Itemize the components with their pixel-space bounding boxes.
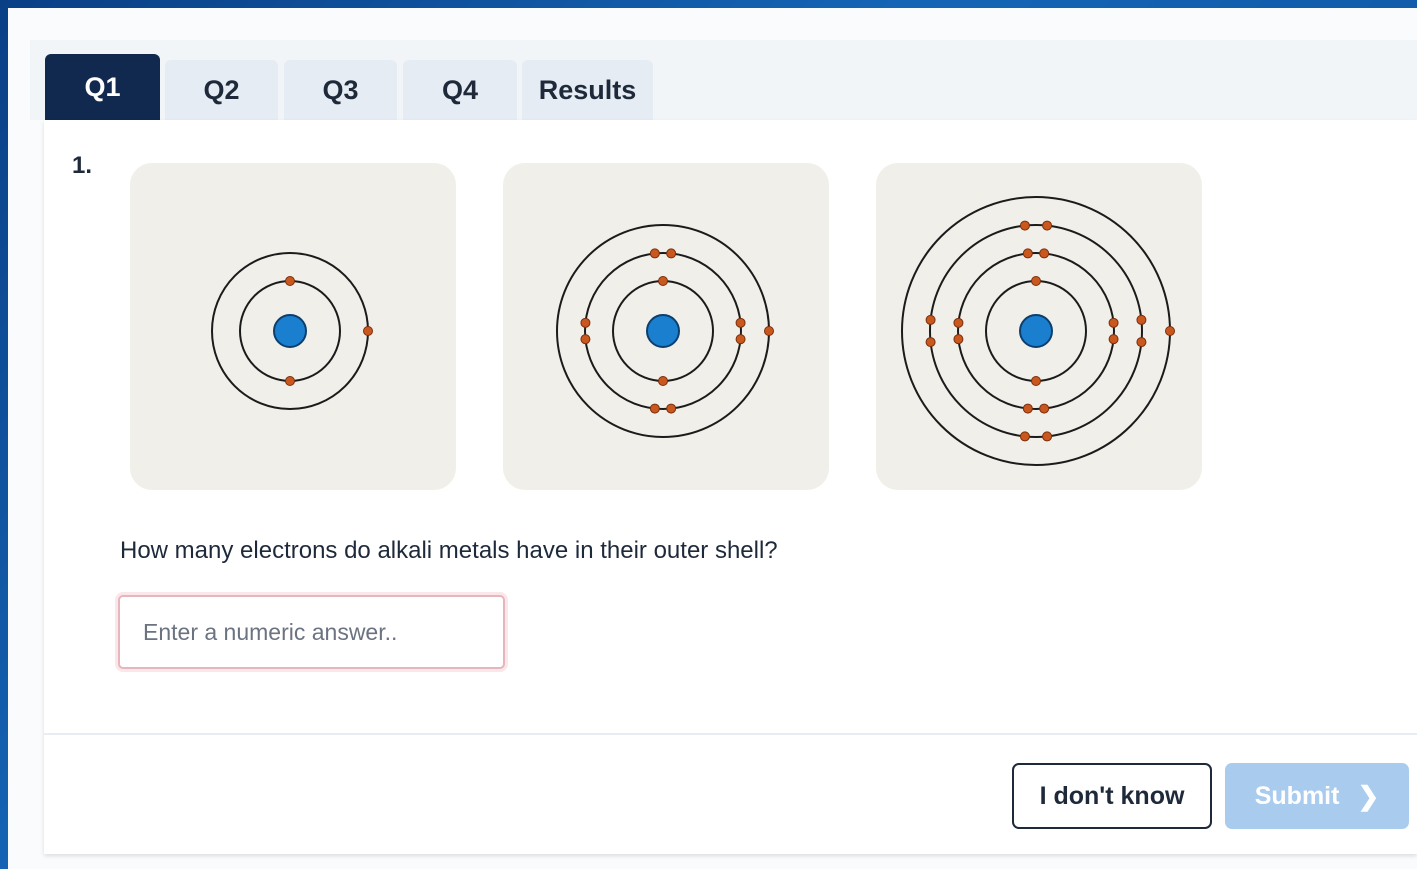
numeric-answer-input[interactable]	[118, 595, 505, 669]
electron-dot	[1108, 317, 1119, 328]
electron-dot	[953, 317, 964, 328]
electron-dot	[953, 334, 964, 345]
submit-label: Submit	[1254, 781, 1340, 810]
atom-diagram-2	[503, 163, 829, 490]
atom-diagram-1	[130, 163, 456, 490]
electron-dot	[1031, 276, 1041, 286]
electron-dot	[649, 248, 660, 259]
electron-dot	[1022, 248, 1033, 259]
electron-dot	[925, 314, 936, 325]
electron-dot	[580, 334, 591, 345]
electron-dot	[1019, 431, 1030, 442]
electron-dot	[1039, 248, 1050, 259]
electron-dot	[580, 317, 591, 328]
electron-dot	[1039, 403, 1050, 414]
atom-diagram-svg	[556, 224, 774, 438]
tab-q3[interactable]: Q3	[284, 60, 397, 120]
nucleus	[1019, 314, 1053, 348]
question-text: How many electrons do alkali metals have…	[120, 537, 778, 564]
electron-dot	[658, 376, 668, 386]
electron-dot	[1042, 431, 1053, 442]
tab-q4[interactable]: Q4	[403, 60, 517, 120]
tab-q1[interactable]: Q1	[45, 54, 160, 120]
electron-dot	[1108, 334, 1119, 345]
electron-dot	[1031, 376, 1041, 386]
electron-dot	[1136, 314, 1147, 325]
dont-know-button[interactable]: I don't know	[1012, 763, 1212, 829]
electron-dot	[1019, 220, 1030, 231]
electron-dot	[925, 337, 936, 348]
electron-dot	[658, 276, 668, 286]
tab-q2[interactable]: Q2	[165, 60, 278, 120]
electron-dot	[735, 317, 746, 328]
atom-diagram-svg	[211, 252, 373, 410]
chevron-right-icon: ❯	[1357, 780, 1380, 811]
atom-diagram-svg	[901, 196, 1175, 466]
nucleus	[273, 314, 307, 348]
atom-diagram-3	[876, 163, 1202, 490]
electron-dot	[1136, 337, 1147, 348]
electron-dot	[1022, 403, 1033, 414]
electron-dot	[666, 403, 677, 414]
question-number: 1.	[72, 152, 93, 179]
electron-dot	[1042, 220, 1053, 231]
dont-know-label: I don't know	[1039, 781, 1185, 810]
electron-dot	[666, 248, 677, 259]
tab-results[interactable]: Results	[522, 60, 653, 120]
electron-dot	[285, 376, 295, 386]
nucleus	[646, 314, 680, 348]
electron-dot	[285, 276, 295, 286]
electron-dot	[1165, 326, 1175, 336]
electron-dot	[764, 326, 774, 336]
electron-dot	[649, 403, 660, 414]
electron-dot	[363, 326, 373, 336]
electron-dot	[735, 334, 746, 345]
footer-divider	[44, 733, 1417, 735]
submit-button[interactable]: Submit ❯	[1225, 763, 1409, 829]
